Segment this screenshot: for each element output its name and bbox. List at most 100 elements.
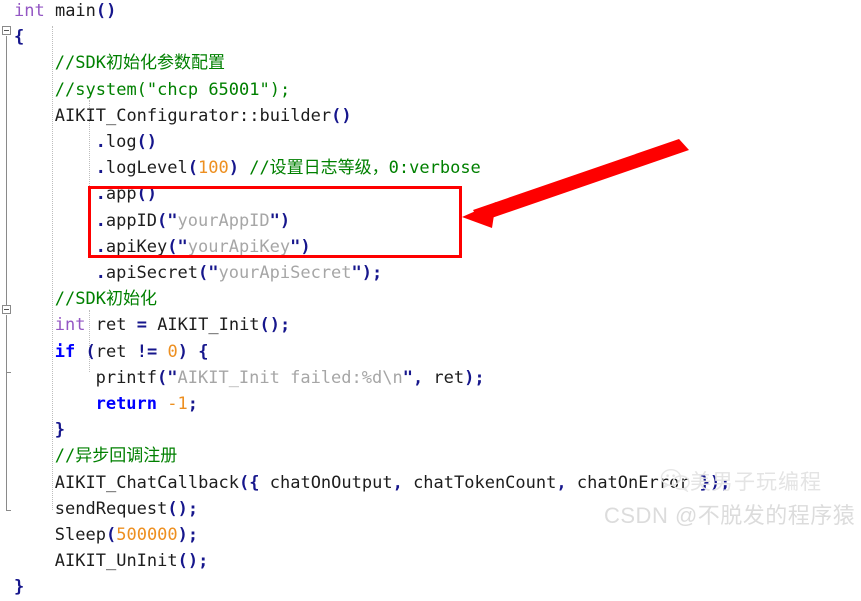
code-line: } bbox=[14, 574, 24, 600]
code-token: apiSecret bbox=[105, 263, 198, 283]
code-line: .apiSecret("yourApiSecret"); bbox=[96, 260, 383, 286]
code-line: AIKIT_Configurator::builder() bbox=[55, 103, 352, 129]
code-token: . bbox=[95, 263, 106, 283]
code-token: ); bbox=[177, 525, 199, 545]
code-token: ret bbox=[85, 315, 137, 336]
code-token: ; bbox=[187, 394, 198, 414]
code-token: (); bbox=[259, 315, 291, 336]
code-token: , bbox=[556, 472, 567, 493]
code-token: ( bbox=[105, 525, 117, 545]
code-token: ( bbox=[85, 341, 96, 362]
code-token: () bbox=[331, 105, 352, 126]
code-token: printf bbox=[95, 367, 158, 388]
code-token: " bbox=[208, 263, 219, 283]
code-token: (); bbox=[177, 551, 209, 572]
code-token: " bbox=[351, 263, 362, 283]
code-line: sendRequest(); bbox=[55, 496, 198, 522]
code-token: != bbox=[136, 341, 158, 362]
wechat-logo-icon bbox=[660, 468, 690, 492]
code-line: .log() bbox=[96, 129, 157, 155]
code-token: main bbox=[44, 1, 96, 21]
code-token: , bbox=[412, 367, 424, 388]
code-token: ret bbox=[423, 367, 465, 388]
code-token: ret bbox=[95, 341, 137, 362]
code-token: AIKIT_Configurator::builder bbox=[54, 105, 332, 126]
code-token: ( bbox=[157, 367, 168, 388]
code-token: (); bbox=[167, 498, 199, 519]
code-token: () bbox=[95, 1, 117, 21]
code-token: ) bbox=[228, 158, 239, 179]
code-editor[interactable]: int main(){//SDK初始化参数配置//system("chcp 65… bbox=[0, 0, 861, 597]
code-token: return bbox=[95, 394, 158, 414]
code-token: yourAppID bbox=[177, 210, 270, 231]
code-token: ) bbox=[300, 236, 311, 257]
code-token: " bbox=[167, 367, 178, 388]
code-token: sendRequest bbox=[54, 498, 168, 519]
code-token: ); bbox=[464, 367, 485, 388]
code-token: () bbox=[136, 132, 158, 152]
code-token: , bbox=[392, 472, 403, 493]
code-line: .app() bbox=[96, 181, 157, 207]
code-token: 0 bbox=[167, 341, 178, 362]
code-line: printf("AIKIT_Init failed:%d\n", ret); bbox=[96, 365, 485, 391]
code-line: { bbox=[14, 24, 24, 50]
code-token: AIKIT_ChatCallback bbox=[54, 472, 240, 493]
code-line: AIKIT_ChatCallback({ chatOnOutput, chatT… bbox=[55, 470, 731, 496]
code-token: " bbox=[290, 236, 301, 257]
code-line: Sleep(500000); bbox=[55, 522, 198, 548]
code-line: .logLevel(100) //设置日志等级，0:verbose bbox=[96, 155, 481, 181]
code-token: yourApiKey bbox=[187, 236, 291, 257]
code-line: AIKIT_UnInit(); bbox=[55, 548, 209, 574]
code-token: " bbox=[177, 236, 188, 257]
code-token: ({ bbox=[239, 472, 260, 493]
code-token: } bbox=[14, 577, 25, 598]
code-token: ( bbox=[197, 263, 209, 283]
code-token: //SDK初始化参数配置 bbox=[54, 53, 225, 74]
code-token: AIKIT_Init failed:%d\n bbox=[177, 367, 403, 388]
code-token: . bbox=[95, 132, 106, 152]
code-token: ); bbox=[361, 263, 383, 283]
code-token: ( bbox=[187, 158, 198, 179]
code-line: //SDK初始化 bbox=[55, 286, 157, 312]
code-token: int bbox=[14, 1, 45, 21]
code-token: //异步回调注册 bbox=[54, 446, 178, 467]
code-token: ) { bbox=[177, 341, 209, 362]
code-line: //异步回调注册 bbox=[55, 443, 177, 469]
code-token: { bbox=[14, 27, 25, 48]
code-token: apiKey bbox=[105, 236, 168, 257]
code-line: //SDK初始化参数配置 bbox=[55, 50, 225, 76]
code-token: if bbox=[54, 341, 76, 362]
code-token: chatOnOutput bbox=[259, 472, 393, 493]
code-line: return -1; bbox=[96, 391, 198, 417]
code-line: .apiKey("yourApiKey") bbox=[96, 234, 311, 260]
code-line: } bbox=[55, 417, 65, 443]
code-content[interactable]: int main(){//SDK初始化参数配置//system("chcp 65… bbox=[0, 0, 861, 597]
code-token: logLevel bbox=[105, 158, 188, 179]
code-token: ( bbox=[157, 210, 168, 231]
code-token: " bbox=[167, 210, 178, 231]
code-token: " bbox=[402, 367, 413, 388]
code-token: app bbox=[105, 184, 137, 205]
code-token: yourApiSecret bbox=[218, 263, 352, 283]
code-line: //system("chcp 65001"); bbox=[55, 77, 290, 103]
code-token: //system("chcp 65001"); bbox=[54, 79, 291, 100]
code-token: appID bbox=[105, 210, 158, 231]
code-token: AIKIT_Init bbox=[146, 315, 260, 336]
code-token: ) bbox=[279, 210, 291, 231]
code-token: . bbox=[95, 184, 106, 205]
code-token: Sleep bbox=[54, 525, 106, 545]
code-token: " bbox=[269, 210, 280, 231]
code-token: ( bbox=[167, 236, 178, 257]
code-token: }); bbox=[699, 472, 731, 493]
code-token: = bbox=[136, 315, 147, 336]
code-line: int ret = AIKIT_Init(); bbox=[55, 312, 290, 338]
code-token: //SDK初始化 bbox=[54, 289, 157, 310]
code-token: -1 bbox=[167, 394, 188, 414]
code-line: if (ret != 0) { bbox=[55, 339, 209, 365]
code-token: int bbox=[54, 315, 86, 336]
code-token: chatTokenCount bbox=[402, 472, 557, 493]
code-line: .appID("yourAppID") bbox=[96, 208, 291, 234]
